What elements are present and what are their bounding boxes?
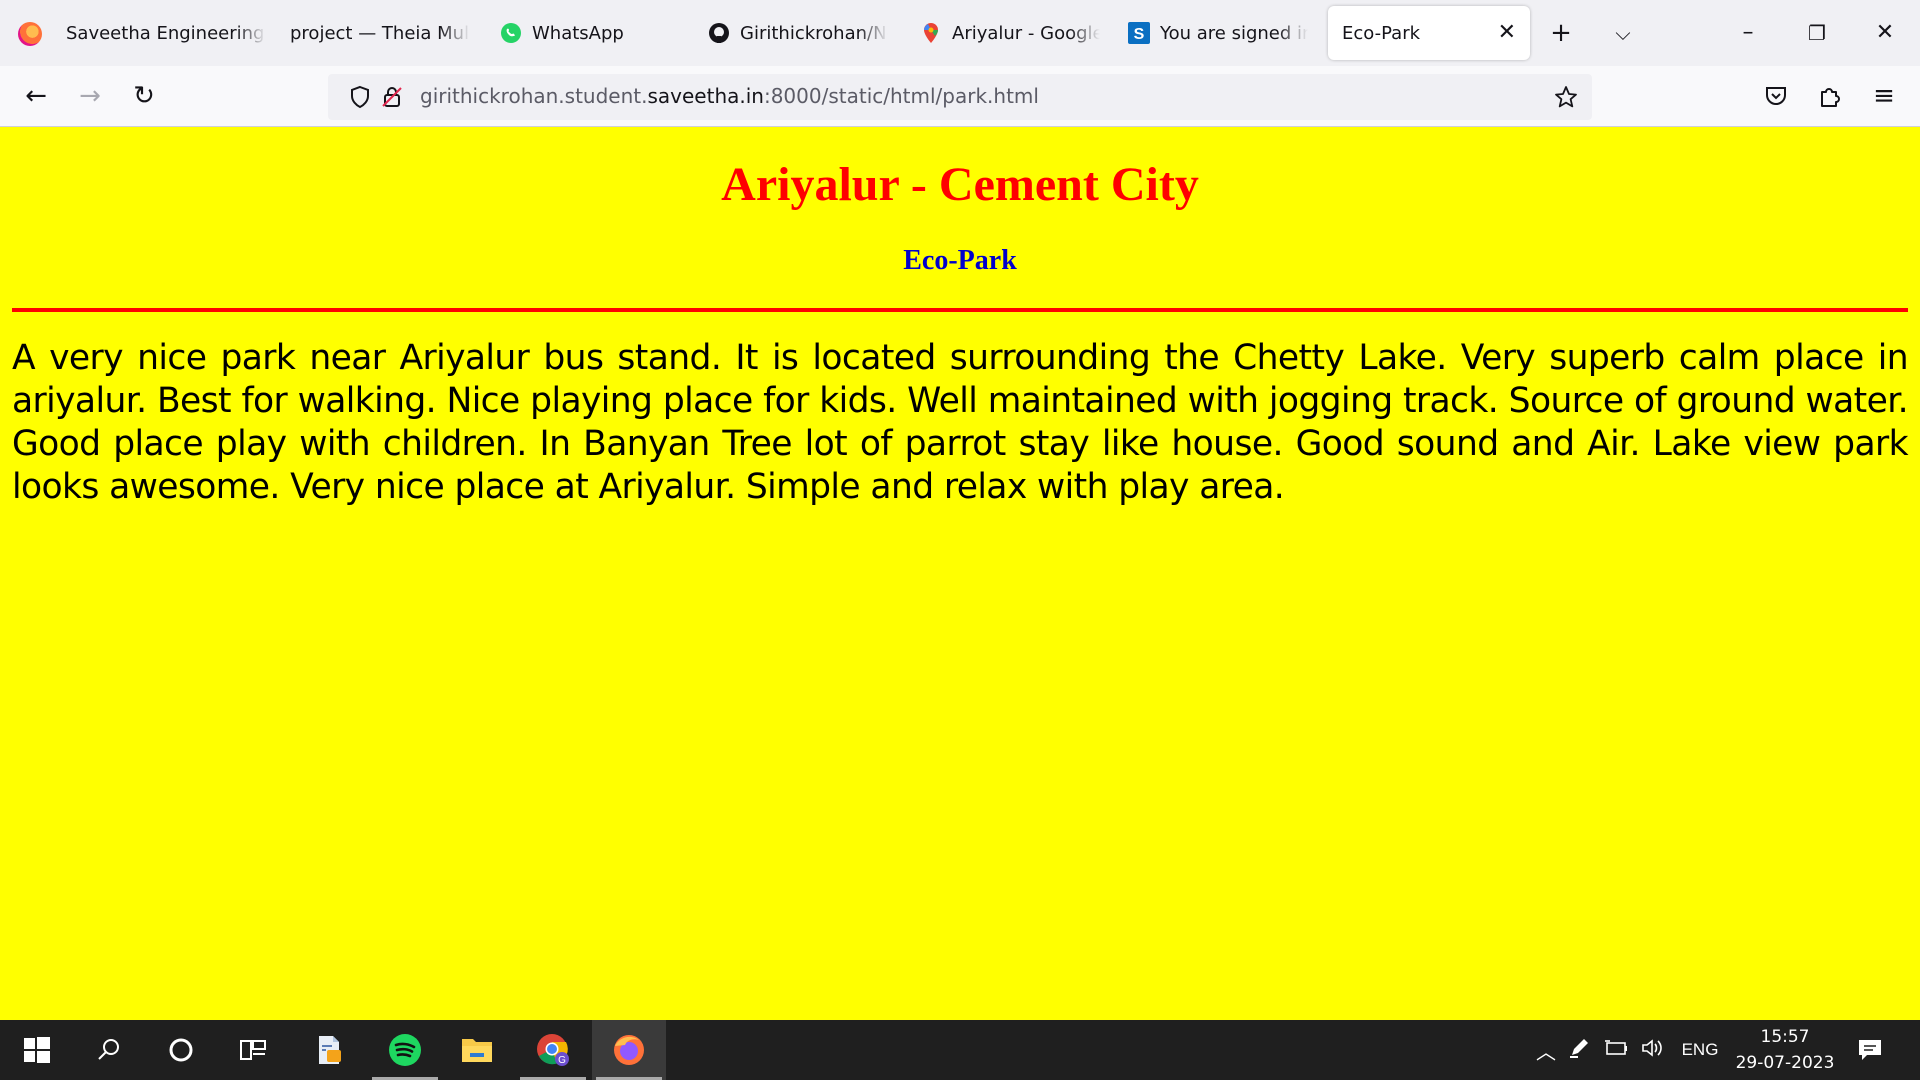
whatsapp-icon	[500, 22, 522, 44]
menu-hamburger-icon[interactable]: ≡	[1866, 78, 1902, 114]
page-subtitle: Eco-Park	[903, 245, 1017, 276]
svg-text:G: G	[558, 1055, 566, 1066]
chrome-icon[interactable]: G	[516, 1020, 590, 1080]
pocket-icon[interactable]	[1758, 78, 1794, 114]
pdf-editor-icon[interactable]	[292, 1020, 366, 1080]
insecure-lock-icon[interactable]	[380, 85, 404, 109]
list-all-tabs-chevron-icon[interactable]: ⌵	[1608, 18, 1638, 48]
web-page: Ariyalur - Cement City Eco-Park A very n…	[0, 127, 1920, 1020]
back-arrow-icon[interactable]: ←	[18, 78, 54, 114]
tab-eco-park[interactable]: Eco-Park ✕	[1328, 6, 1530, 60]
clock[interactable]: 15:57 29-07-2023	[1730, 1024, 1840, 1076]
shield-icon[interactable]	[348, 85, 372, 109]
tab-google-maps[interactable]: Ariyalur - Google M	[920, 6, 1100, 60]
tab-signed-in[interactable]: S You are signed in a	[1128, 6, 1308, 60]
windows-taskbar: G ︿ ENG 15:57 29-07-2023	[0, 1020, 1920, 1080]
forward-arrow-icon[interactable]: →	[72, 78, 108, 114]
minimize-button[interactable]: –	[1733, 18, 1763, 48]
firefox-view-icon[interactable]	[18, 22, 42, 46]
url-domain: saveetha.in	[647, 84, 764, 108]
clock-time: 15:57	[1760, 1027, 1810, 1047]
tab-label: WhatsApp	[532, 22, 624, 44]
reload-icon[interactable]: ↻	[126, 78, 162, 114]
input-language[interactable]: ENG	[1672, 1040, 1728, 1060]
notifications-icon[interactable]	[1832, 1020, 1908, 1080]
tab-github[interactable]: Girithickrohan/Ne	[708, 6, 888, 60]
tab-strip: Saveetha Engineering project — Theia Mul…	[0, 0, 1920, 66]
svg-text:S: S	[1134, 26, 1145, 43]
restore-button[interactable]: ❐	[1802, 18, 1832, 48]
task-view-icon[interactable]	[216, 1020, 290, 1080]
url-bar[interactable]: girithickrohan.student.saveetha.in:8000/…	[328, 74, 1592, 120]
s-favicon-icon: S	[1128, 22, 1150, 44]
github-icon	[708, 22, 730, 44]
url-text[interactable]: girithickrohan.student.saveetha.in:8000/…	[420, 84, 1039, 108]
url-prefix: girithickrohan.student.	[420, 84, 648, 108]
file-explorer-icon[interactable]	[440, 1020, 514, 1080]
tab-saveetha[interactable]: Saveetha Engineering	[66, 6, 266, 60]
google-maps-icon	[920, 22, 942, 44]
tab-theia[interactable]: project — Theia Multi-	[290, 6, 470, 60]
clock-date: 29-07-2023	[1735, 1053, 1835, 1073]
tab-label: Saveetha Engineering	[66, 22, 265, 44]
windows-start-icon[interactable]	[0, 1020, 74, 1080]
volume-icon[interactable]	[1634, 1037, 1672, 1063]
battery-network-icon[interactable]	[1598, 1037, 1634, 1063]
extensions-puzzle-icon[interactable]	[1812, 78, 1848, 114]
new-tab-button[interactable]: +	[1546, 18, 1576, 48]
pen-tablet-icon[interactable]	[1560, 1037, 1598, 1063]
page-title: Ariyalur - Cement City	[721, 158, 1199, 211]
search-icon[interactable]	[72, 1020, 146, 1080]
cortana-icon[interactable]	[144, 1020, 218, 1080]
tab-label: Eco-Park	[1342, 22, 1421, 44]
description-paragraph: A very nice park near Ariyalur bus stand…	[12, 338, 1909, 507]
close-tab-icon[interactable]: ✕	[1498, 20, 1516, 45]
show-hidden-icons-chevron-icon[interactable]: ︿	[1532, 1036, 1560, 1065]
firefox-icon[interactable]	[592, 1020, 666, 1080]
spotify-icon[interactable]	[368, 1020, 442, 1080]
horizontal-rule	[12, 308, 1908, 312]
bookmark-star-icon[interactable]	[1554, 85, 1578, 109]
url-suffix: :8000/static/html/park.html	[763, 84, 1039, 108]
close-window-button[interactable]: ✕	[1870, 18, 1900, 48]
tab-whatsapp[interactable]: WhatsApp	[500, 6, 670, 60]
navigation-toolbar: ← → ↻ girithickrohan.student.saveetha.in…	[0, 66, 1920, 127]
system-tray: ︿ ENG	[1532, 1020, 1728, 1080]
